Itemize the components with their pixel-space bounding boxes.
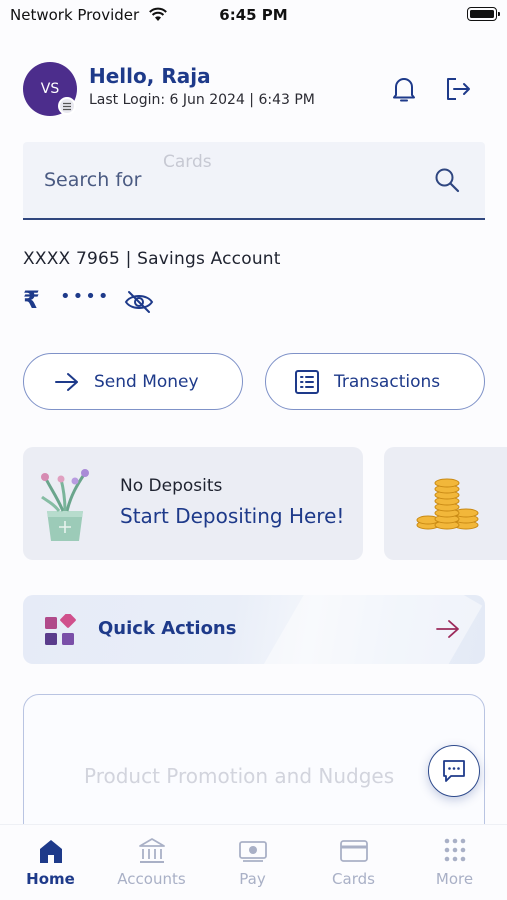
tab-home[interactable]: Home (0, 825, 101, 900)
last-login: Last Login: 6 Jun 2024 | 6:43 PM (89, 92, 315, 108)
search-label: Search for (44, 169, 142, 191)
quick-actions-banner[interactable]: Quick Actions (23, 595, 485, 664)
tab-home-label: Home (26, 870, 75, 888)
tab-more-label: More (435, 870, 474, 888)
home-screen: Network Provider 6:45 PM VS Hello, Raja … (0, 0, 507, 900)
eye-off-icon[interactable] (124, 289, 154, 315)
currency-symbol: ₹ (23, 286, 40, 314)
menu-badge-icon[interactable] (58, 97, 76, 115)
bank-icon (138, 838, 165, 863)
clock: 6:45 PM (219, 6, 288, 24)
deposits-title: No Deposits (120, 476, 223, 496)
quick-actions-label: Quick Actions (98, 618, 237, 639)
tab-cards[interactable]: Cards (303, 825, 404, 900)
deposits-card[interactable]: No Deposits Start Depositing Here! (23, 447, 363, 560)
home-icon (39, 840, 62, 863)
tab-more[interactable]: More (404, 825, 505, 900)
list-icon (295, 369, 319, 394)
send-money-label: Send Money (94, 371, 199, 392)
chat-icon (443, 760, 465, 782)
search-icon[interactable] (433, 166, 461, 194)
chat-button[interactable] (428, 745, 480, 797)
card-icon (339, 840, 368, 862)
tab-cards-label: Cards (332, 870, 375, 888)
arrow-right-icon (55, 372, 78, 391)
promotion-text: Product Promotion and Nudges (84, 764, 395, 788)
search-hint: Cards (163, 152, 212, 172)
logout-icon[interactable] (443, 74, 473, 104)
account-summary[interactable]: XXXX 7965 | Savings Account (23, 249, 281, 269)
greeting: Hello, Raja (89, 64, 211, 88)
grid-dots-icon (444, 838, 465, 862)
transactions-button[interactable]: Transactions (265, 353, 485, 410)
send-money-button[interactable]: Send Money (23, 353, 243, 410)
masked-balance: •••• (60, 286, 111, 307)
search-field[interactable]: Cards Search for (23, 142, 485, 220)
gold-coins-illustration (416, 478, 479, 530)
bottom-tab-bar: Home Accounts Pay Cards More (0, 824, 507, 900)
arrow-right-icon[interactable] (435, 617, 461, 641)
tab-pay-label: Pay (239, 870, 266, 888)
status-bar: Network Provider 6:45 PM (0, 0, 507, 30)
tab-pay[interactable]: Pay (202, 825, 303, 900)
start-depositing-link[interactable]: Start Depositing Here! (120, 504, 344, 528)
plant-illustration (41, 469, 89, 541)
tab-accounts[interactable]: Accounts (101, 825, 202, 900)
bell-icon[interactable] (390, 74, 418, 104)
quick-actions-icon (45, 614, 76, 645)
battery-icon (467, 7, 500, 21)
cash-icon (238, 841, 267, 862)
gold-card[interactable] (384, 447, 507, 560)
tab-accounts-label: Accounts (117, 870, 186, 888)
transactions-label: Transactions (334, 371, 441, 392)
